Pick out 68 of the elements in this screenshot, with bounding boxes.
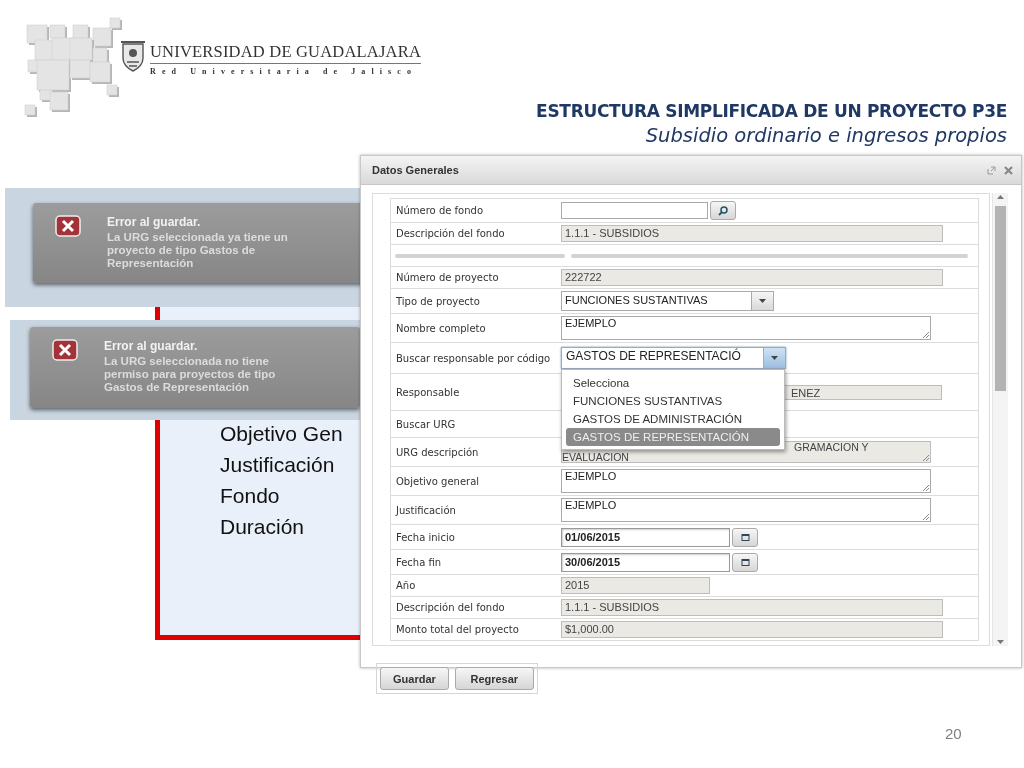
scroll-up-icon[interactable] (996, 193, 1005, 202)
slide-subtitle: Subsidio ordinario e ingresos propios (644, 124, 1007, 147)
field-label: Número de proyecto (395, 271, 500, 285)
caret-icon (771, 356, 778, 360)
error-message: La URG seleccionada no tiene permiso para proyectos de tipo Gastos de Representación (104, 355, 277, 394)
field-label: Descripción del fondo (395, 601, 506, 615)
dropdown-option[interactable]: Selecciona (566, 374, 780, 392)
scrollbar[interactable] (992, 193, 1008, 646)
field-label: Año (395, 579, 417, 593)
text-area[interactable]: EJEMPLO (561, 469, 931, 493)
university-name: UNIVERSIDAD DE GUADALAJARA (150, 42, 422, 64)
page-number: 20 (945, 725, 962, 742)
search-button[interactable] (710, 201, 736, 220)
save-button[interactable]: Guardar (380, 667, 449, 690)
field-label: Monto total del proyecto (395, 623, 520, 637)
outline-item: Fondo (220, 483, 281, 509)
popout-icon[interactable] (987, 165, 996, 175)
readonly-field: 1.1.1 - SUBSIDIOS (561, 599, 943, 616)
text-area[interactable]: EJEMPLO (561, 316, 931, 340)
field-label: Buscar URG (395, 417, 457, 432)
field-label: Número de fondo (395, 204, 485, 218)
resize-grip-icon[interactable] (922, 331, 929, 338)
field-label: Tipo de proyecto (395, 294, 481, 309)
dropdown-option[interactable]: FUNCIONES SUSTANTIVAS (566, 392, 780, 410)
date-field[interactable]: 30/06/2015 (561, 552, 730, 572)
readonly-field: $1,000.00 (561, 621, 943, 638)
dropdown-field[interactable]: FUNCIONES SUSTANTIVAS (561, 291, 774, 311)
caret-icon (759, 299, 766, 303)
scroll-down-icon[interactable] (996, 637, 1005, 646)
calendar-button[interactable] (732, 552, 758, 572)
error-message: La URG seleccionada ya tiene un proyecto de tipo Gastos de Representación (107, 231, 289, 270)
calendar-icon (740, 558, 750, 566)
error-title: Error al guardar. (107, 215, 202, 229)
close-icon[interactable] (1004, 165, 1013, 175)
error-icon (52, 339, 78, 361)
university-tagline: Red Universitaria de Jalisco (150, 67, 418, 76)
readonly-field: 222722 (561, 269, 943, 286)
field-label: Justificación (394, 503, 457, 518)
search-icon (718, 205, 728, 216)
resize-grip-icon[interactable] (922, 484, 929, 491)
resize-grip-icon[interactable] (922, 454, 929, 461)
error-title: Error al guardar. (104, 339, 199, 353)
outline-item: Objetivo Gen (220, 421, 344, 447)
resize-grip-icon[interactable] (922, 513, 929, 520)
scrollbar-thumb[interactable] (995, 206, 1006, 391)
dialog-title: Datos Generales (372, 164, 459, 176)
calendar-button[interactable] (732, 527, 758, 547)
field-label: Nombre completo (395, 321, 487, 336)
calendar-icon (740, 533, 750, 541)
outline-item: Justificación (220, 452, 336, 478)
date-field[interactable]: 01/06/2015 (561, 527, 730, 547)
readonly-field: 1.1.1 - SUBSIDIOS (561, 225, 943, 242)
field-label: Descripción del fondo (395, 227, 506, 241)
error-icon (55, 215, 81, 237)
crest-icon (120, 40, 146, 72)
dropdown-option[interactable]: GASTOS DE ADMINISTRACIÓN (566, 410, 780, 428)
readonly-field: 2015 (561, 577, 710, 594)
slide-title: ESTRUCTURA SIMPLIFICADA DE UN PROYECTO P3E (536, 101, 1007, 121)
field-label: Responsable (395, 385, 461, 400)
field-label: Objetivo general (395, 474, 481, 489)
text-area[interactable]: EJEMPLO (561, 498, 931, 522)
field-label: URG descripción (395, 445, 480, 460)
back-button[interactable]: Regresar (454, 667, 534, 690)
outline-item: Duración (220, 514, 306, 540)
field-label: Fecha inicio (395, 530, 456, 545)
field-label: Fecha fin (395, 555, 443, 570)
input-field[interactable] (561, 202, 708, 219)
field-label: Buscar responsable por código (395, 351, 552, 366)
